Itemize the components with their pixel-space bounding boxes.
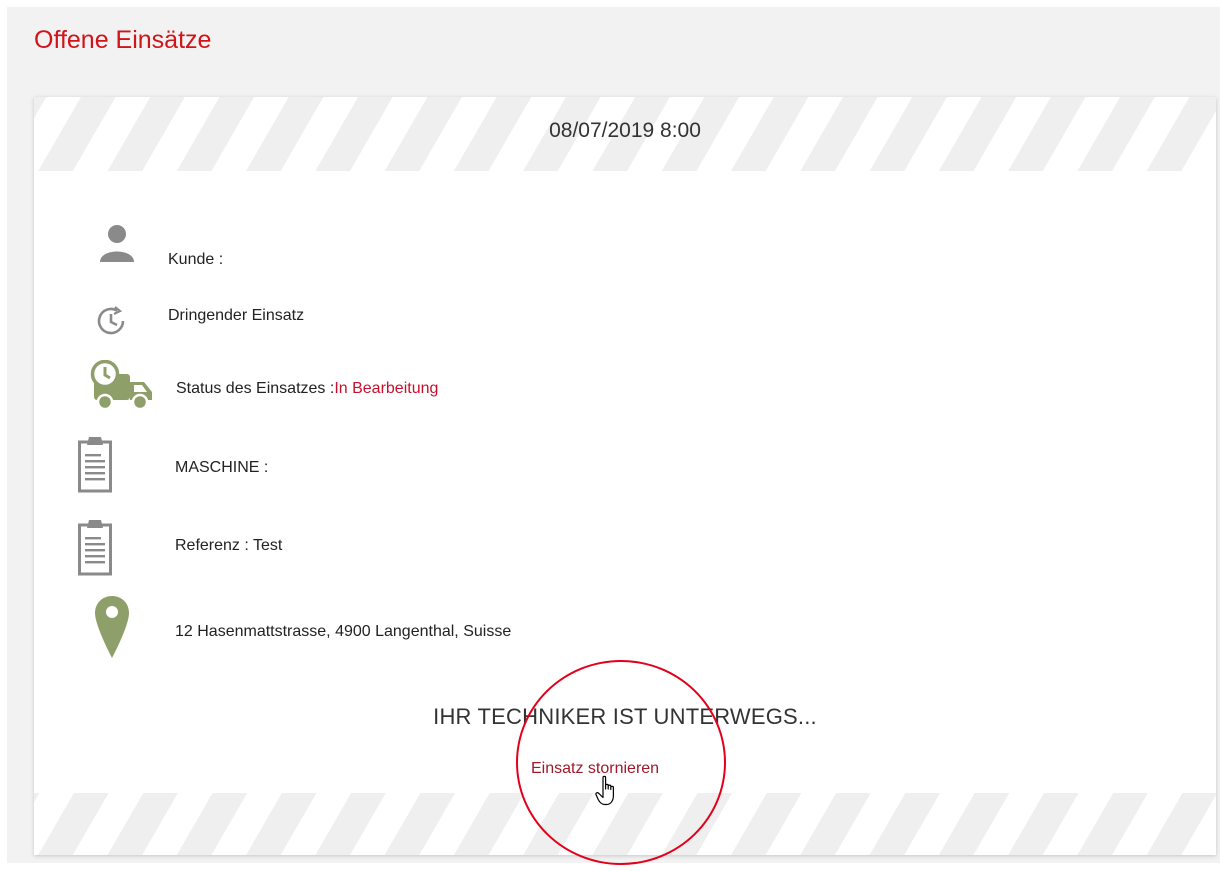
- intervention-card: 08/07/2019 8:00 Kunde : Dringender Einsa…: [34, 97, 1216, 855]
- customer-label: Kunde :: [168, 251, 224, 268]
- reference-label: Referenz : Test: [175, 537, 283, 554]
- status-label: Status des Einsatzes :: [176, 380, 335, 397]
- intervention-datetime: 08/07/2019 8:00: [549, 119, 701, 142]
- machine-label: MASCHINE :: [175, 459, 269, 476]
- address-text: 12 Hasenmattstrasse, 4900 Langenthal, Su…: [175, 623, 512, 640]
- card-footer-stripes: [34, 793, 1216, 855]
- status-value: In Bearbeitung: [334, 380, 439, 397]
- map-pin-icon: [95, 596, 129, 658]
- hand-pointer-icon: [595, 775, 614, 806]
- clipboard-icon: [78, 520, 112, 576]
- technician-status-message: IHR TECHNIKER IST UNTERWEGS...: [433, 704, 817, 729]
- delivery-truck-icon: [90, 360, 152, 411]
- status-text: Status des Einsatzes :In Bearbeitung: [176, 380, 438, 398]
- page-title: Offene Einsätze: [34, 26, 212, 54]
- person-icon: [100, 225, 134, 262]
- clock-icon: [97, 306, 125, 335]
- clipboard-icon: [78, 437, 112, 493]
- urgency-label: Dringender Einsatz: [168, 307, 305, 324]
